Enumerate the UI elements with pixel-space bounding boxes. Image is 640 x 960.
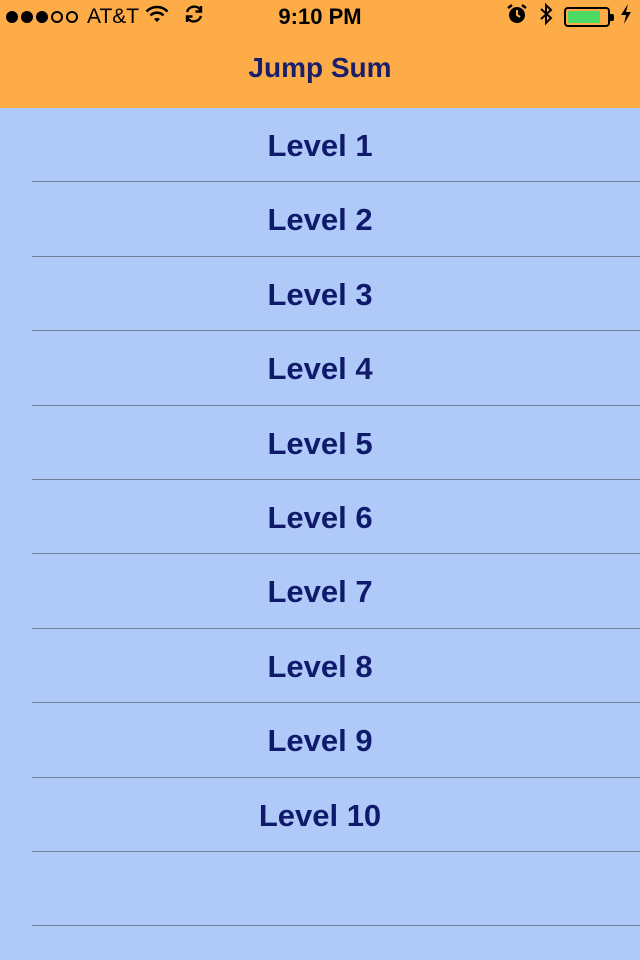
list-item-level-5[interactable]: Level 5	[0, 406, 640, 481]
status-bar: AT&T 9:10 PM	[0, 0, 640, 36]
list-item-level-4[interactable]: Level 4	[0, 331, 640, 406]
list-item-label: Level 2	[267, 202, 373, 238]
list-item-label: Level 7	[267, 574, 373, 610]
battery-level	[568, 11, 601, 23]
list-item-label: Level 4	[267, 351, 373, 387]
list-item-level-2[interactable]: Level 2	[0, 182, 640, 258]
screen: AT&T 9:10 PM Jump Sum Level 1 Level 2 Le…	[0, 0, 640, 960]
bluetooth-icon	[538, 2, 554, 32]
battery-icon	[564, 7, 614, 27]
battery-tip	[610, 14, 614, 21]
list-item-level-3[interactable]: Level 3	[0, 257, 640, 332]
levels-list[interactable]: Level 1 Level 2 Level 3 Level 4 Level 5 …	[0, 108, 640, 927]
list-item-label: Level 5	[267, 425, 373, 461]
list-item-level-8[interactable]: Level 8	[0, 629, 640, 704]
list-item-label: Level 1	[267, 128, 373, 163]
list-item-label: Level 6	[267, 499, 373, 535]
status-right	[506, 2, 632, 32]
list-item-label: Level 10	[258, 797, 382, 833]
charging-bolt-icon	[620, 3, 632, 31]
alarm-icon	[506, 3, 528, 31]
top-bar: AT&T 9:10 PM Jump Sum	[0, 0, 640, 108]
list-item-label: Level 9	[267, 723, 373, 759]
page-title: Jump Sum	[248, 52, 392, 83]
list-item-empty	[0, 852, 640, 927]
list-item-level-10[interactable]: Level 10	[0, 778, 640, 853]
list-item-level-7[interactable]: Level 7	[0, 554, 640, 630]
list-item-label: Level 8	[267, 648, 373, 684]
list-item-label: Level 3	[267, 276, 373, 312]
list-item-level-6[interactable]: Level 6	[0, 480, 640, 555]
list-item-level-1[interactable]: Level 1	[0, 108, 640, 183]
list-item-level-9[interactable]: Level 9	[0, 703, 640, 778]
